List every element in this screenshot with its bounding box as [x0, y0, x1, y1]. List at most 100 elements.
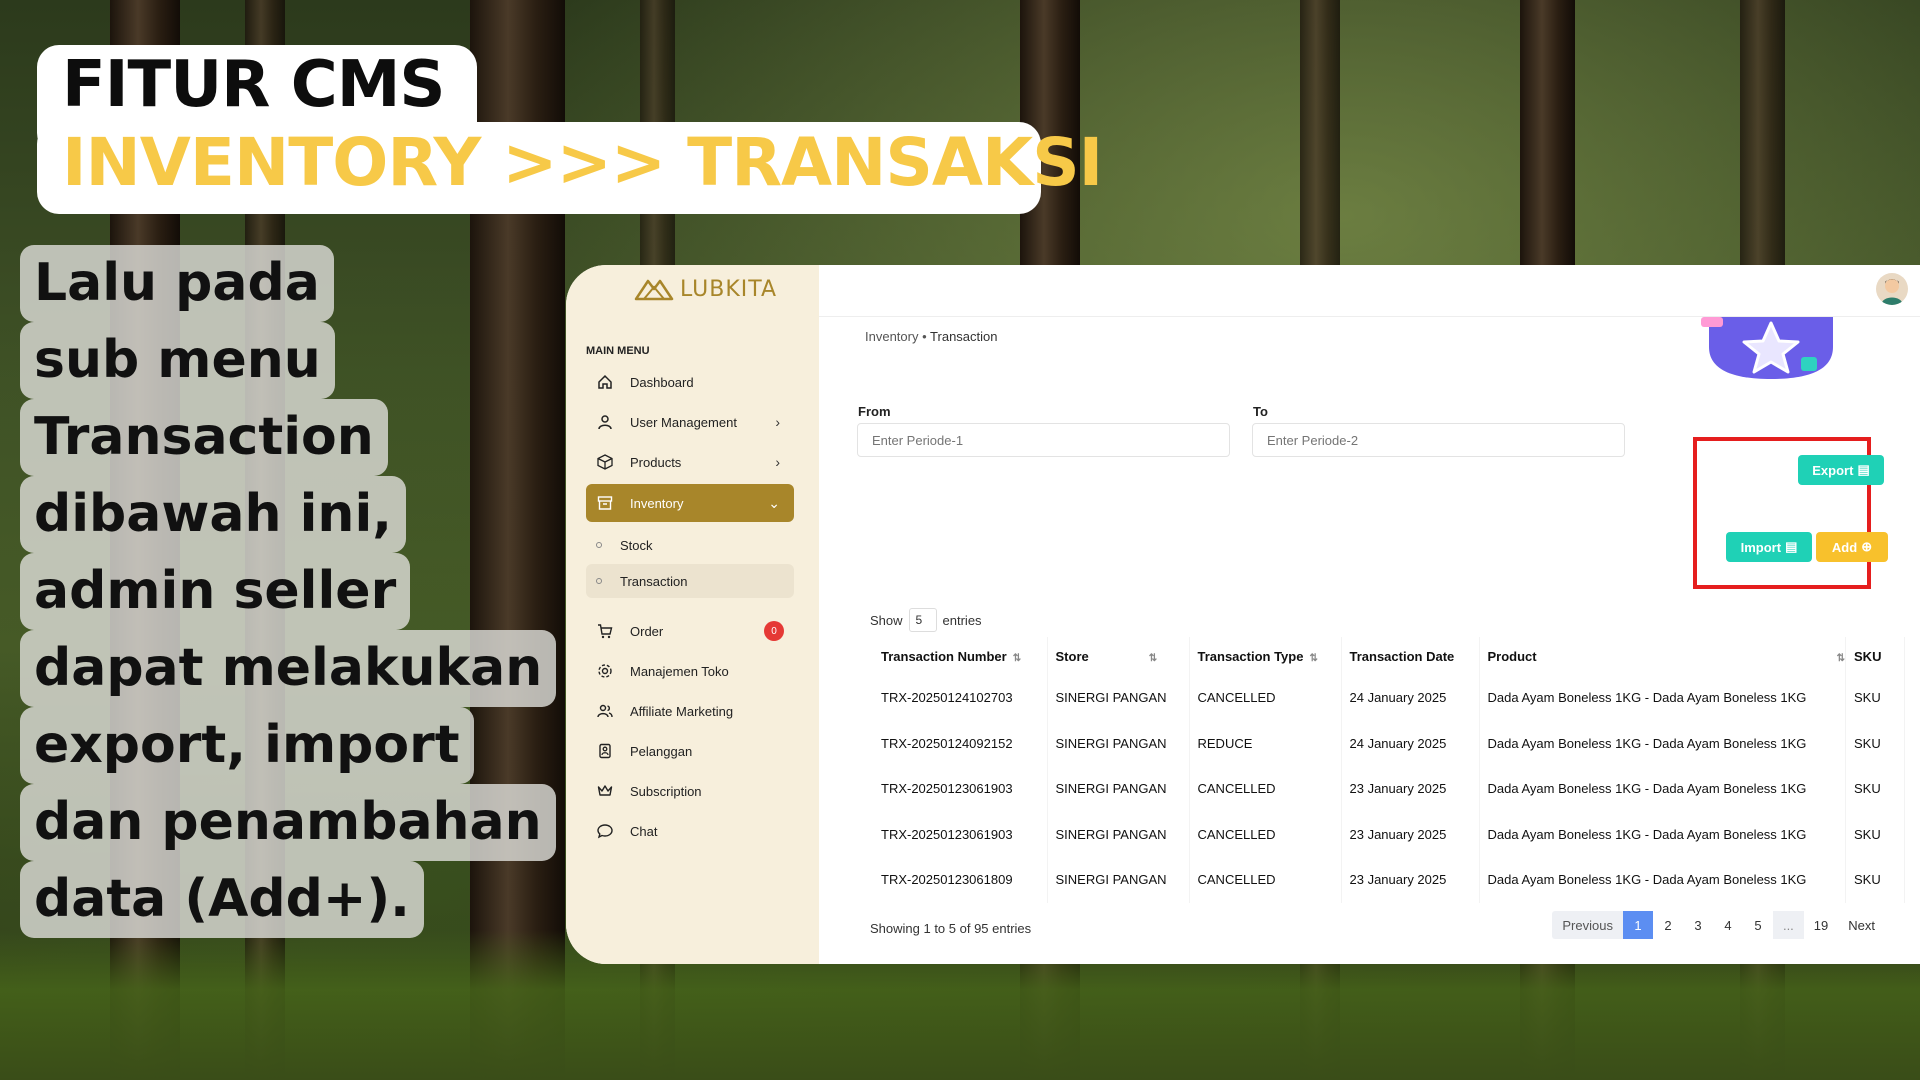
- sidebar-item-products[interactable]: Products ›: [586, 443, 794, 481]
- cell-transaction-type: CANCELLED: [1189, 675, 1342, 721]
- column-header-transaction-type[interactable]: Transaction Type ⇅: [1189, 637, 1342, 675]
- column-header-label: Transaction Date: [1349, 648, 1455, 664]
- sidebar-item-dashboard[interactable]: Dashboard: [586, 363, 794, 401]
- cell-store: SINERGI PANGAN: [1047, 857, 1190, 903]
- cell-transaction-type: CANCELLED: [1189, 857, 1342, 903]
- sort-icon: ⇅: [1012, 652, 1022, 664]
- cell-store: SINERGI PANGAN: [1047, 720, 1190, 766]
- page-button-3[interactable]: 3: [1683, 911, 1713, 939]
- sidebar-item-order[interactable]: Order 0: [586, 612, 794, 650]
- home-icon: [594, 371, 616, 393]
- cell-store: SINERGI PANGAN: [1047, 766, 1190, 812]
- sort-icon: ⇅: [1148, 652, 1158, 664]
- description-line: admin seller: [20, 553, 411, 630]
- page-button-19[interactable]: 19: [1804, 911, 1838, 939]
- import-label: Import: [1740, 539, 1782, 555]
- column-header-transaction-number[interactable]: Transaction Number ⇅: [873, 637, 1048, 675]
- sidebar-item-user-management[interactable]: User Management ›: [586, 403, 794, 441]
- to-label: To: [1253, 404, 1268, 419]
- box-icon: [594, 451, 616, 473]
- previous-page-button[interactable]: Previous: [1552, 911, 1623, 939]
- sidebar-item-chat[interactable]: Chat: [586, 812, 794, 850]
- from-date-input[interactable]: [857, 423, 1230, 457]
- add-button[interactable]: Add ⊕: [1816, 532, 1888, 562]
- cell-product: Dada Ayam Boneless 1KG - Dada Ayam Bonel…: [1479, 857, 1847, 903]
- show-label: Show: [870, 612, 903, 628]
- order-count-badge: 0: [764, 621, 784, 641]
- description-line: sub menu: [20, 322, 335, 399]
- brand-logo[interactable]: LUBKITA: [634, 275, 777, 303]
- users-icon: [594, 700, 616, 722]
- sidebar-subitem-label: Stock: [620, 537, 653, 553]
- cell-transaction-number: TRX-20250124092152: [873, 720, 1048, 766]
- column-header-transaction-date[interactable]: Transaction Date: [1341, 637, 1480, 675]
- sidebar-item-manajemen-toko[interactable]: Manajemen Toko: [586, 652, 794, 690]
- chevron-down-icon: ⌄: [768, 494, 780, 511]
- column-header-label: Store: [1055, 648, 1089, 664]
- cell-sku: SKU: [1845, 720, 1905, 766]
- sort-icon: ⇅: [1309, 652, 1318, 664]
- table-row[interactable]: TRX-20250123061903 SINERGI PANGAN CANCEL…: [873, 766, 1905, 812]
- cell-transaction-date: 23 January 2025: [1341, 766, 1480, 812]
- star-illustration: [1701, 317, 1833, 379]
- sidebar-subitem-transaction[interactable]: Transaction: [586, 564, 794, 598]
- cell-transaction-date: 23 January 2025: [1341, 811, 1480, 857]
- sidebar-item-inventory[interactable]: Inventory ⌄: [586, 484, 794, 522]
- sidebar-item-affiliate-marketing[interactable]: Affiliate Marketing: [586, 692, 794, 730]
- column-header-label: Transaction Number: [881, 648, 1007, 664]
- from-label: From: [858, 404, 891, 419]
- slide-description: Lalu pada sub menu Transaction dibawah i…: [20, 245, 565, 938]
- table-row[interactable]: TRX-20250123061903 SINERGI PANGAN CANCEL…: [873, 811, 1905, 857]
- chevron-right-icon: ›: [775, 454, 780, 470]
- breadcrumb-separator: •: [922, 329, 931, 344]
- logo-text: LUBKITA: [680, 276, 778, 302]
- column-header-store[interactable]: Store ⇅: [1047, 637, 1190, 675]
- cell-product: Dada Ayam Boneless 1KG - Dada Ayam Bonel…: [1479, 811, 1847, 857]
- crown-icon: [594, 780, 616, 802]
- table-info: Showing 1 to 5 of 95 entries: [870, 921, 1032, 936]
- next-page-button[interactable]: Next: [1838, 911, 1885, 939]
- sidebar-item-label: Inventory: [630, 495, 684, 511]
- breadcrumb-parent[interactable]: Inventory: [865, 329, 918, 344]
- page-button-4[interactable]: 4: [1713, 911, 1743, 939]
- archive-icon: [594, 492, 616, 514]
- table-row[interactable]: TRX-20250124092152 SINERGI PANGAN REDUCE…: [873, 720, 1905, 766]
- gear-icon: [594, 660, 616, 682]
- description-line: dapat melakukan: [20, 630, 557, 707]
- column-header-label: Transaction Type: [1197, 648, 1304, 664]
- description-line: data (Add+).: [20, 861, 424, 938]
- table-header-row: Transaction Number ⇅ Store ⇅ Transaction T…: [873, 637, 1905, 675]
- cell-product: Dada Ayam Boneless 1KG - Dada Ayam Bonel…: [1479, 766, 1847, 812]
- to-date-input[interactable]: [1252, 423, 1625, 457]
- column-header-product[interactable]: Product ⇅: [1479, 637, 1847, 675]
- cell-transaction-number: TRX-20250123061809: [873, 857, 1048, 903]
- page-button-5[interactable]: 5: [1743, 911, 1773, 939]
- sidebar-item-pelanggan[interactable]: Pelanggan: [586, 732, 794, 770]
- entries-select[interactable]: 5: [908, 608, 937, 632]
- plus-circle-icon: ⊕: [1861, 539, 1873, 554]
- description-line: Lalu pada: [20, 245, 334, 322]
- sidebar-subitem-stock[interactable]: Stock: [586, 528, 794, 562]
- slide-title: FITUR CMS: [62, 48, 445, 122]
- column-header-label: Product: [1487, 648, 1537, 664]
- column-header-sku[interactable]: SKU: [1845, 637, 1905, 675]
- sidebar-item-label: User Management: [630, 414, 737, 430]
- sidebar-item-label: Chat: [630, 823, 658, 839]
- lubkita-logo-icon: [634, 279, 674, 301]
- chat-icon: [594, 820, 616, 842]
- transaction-table: Transaction Number ⇅ Store ⇅ Transaction T…: [873, 637, 1905, 903]
- page-button-1[interactable]: 1: [1622, 911, 1653, 939]
- page-button-2[interactable]: 2: [1653, 911, 1683, 939]
- table-row[interactable]: TRX-20250123061809 SINERGI PANGAN CANCEL…: [873, 857, 1905, 903]
- breadcrumb-current: Transaction: [930, 329, 998, 344]
- cell-sku: SKU: [1845, 675, 1905, 721]
- import-button[interactable]: Import ▤: [1726, 532, 1812, 562]
- entries-selector: Show 5 entries: [870, 608, 982, 632]
- export-button[interactable]: Export ▤: [1798, 455, 1884, 485]
- menu-heading: MAIN MENU: [586, 345, 650, 357]
- cell-product: Dada Ayam Boneless 1KG - Dada Ayam Bonel…: [1479, 675, 1847, 721]
- user-avatar[interactable]: [1876, 273, 1908, 305]
- sidebar-item-subscription[interactable]: Subscription: [586, 772, 794, 810]
- table-row[interactable]: TRX-20250124102703 SINERGI PANGAN CANCEL…: [873, 675, 1905, 721]
- column-header-label: SKU: [1854, 648, 1882, 664]
